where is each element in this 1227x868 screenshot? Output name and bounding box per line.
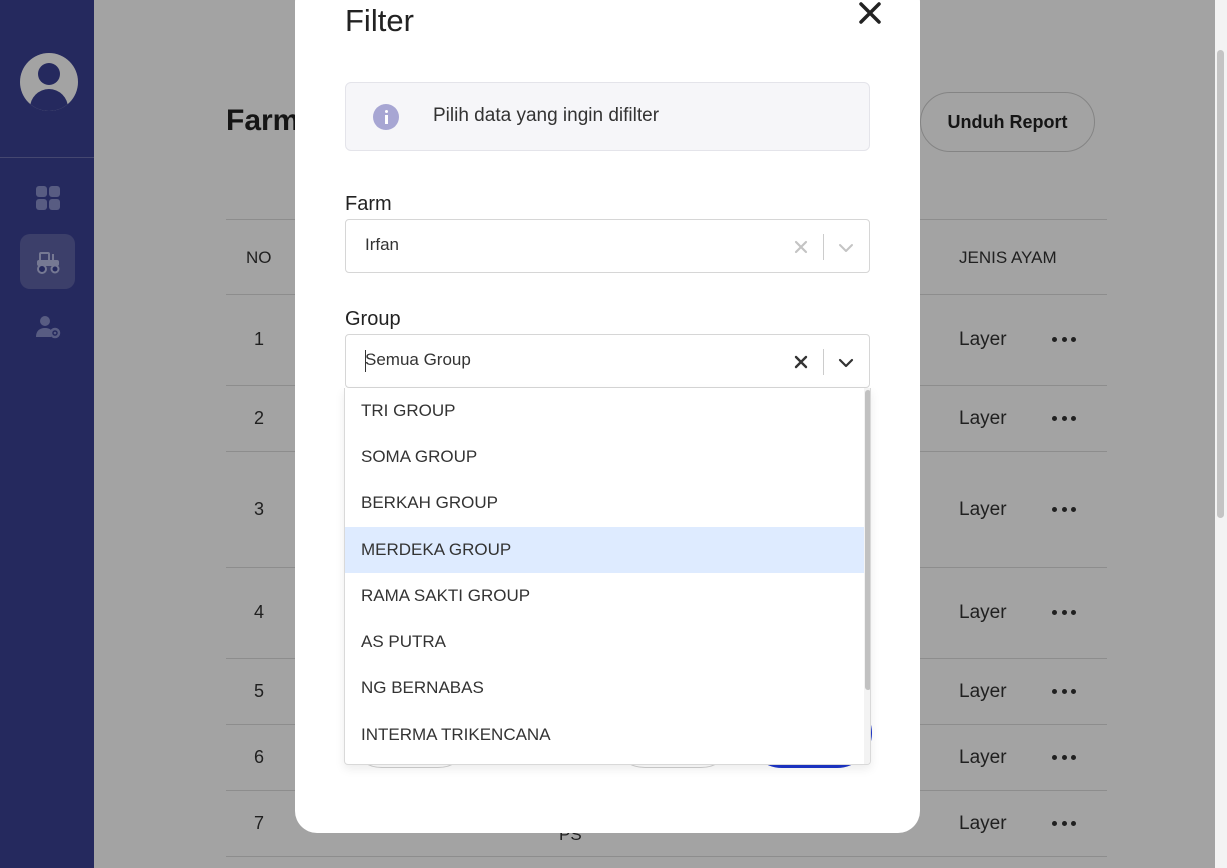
dropdown-option[interactable]: NG BERNABAS [345, 665, 864, 711]
info-icon [373, 104, 399, 130]
dropdown-option-highlighted[interactable]: MERDEKA GROUP [345, 527, 864, 573]
dropdown-option[interactable]: AS PUTRA [345, 619, 864, 665]
select-separator [823, 349, 824, 375]
farm-select-value: Irfan [365, 235, 400, 254]
clear-icon[interactable] [791, 352, 811, 372]
dropdown-option[interactable]: TRI GROUP [345, 388, 864, 434]
clear-icon[interactable] [791, 237, 811, 257]
dropdown-option[interactable]: SOMA GROUP [345, 434, 864, 480]
chevron-down-icon[interactable] [836, 353, 856, 373]
select-separator [823, 234, 824, 260]
group-select[interactable]: Semua Group [345, 334, 870, 388]
farm-label: Farm [345, 193, 392, 215]
info-text: Pilih data yang ingin difilter [433, 105, 660, 126]
dropdown-option[interactable]: RAMA SAKTI GROUP [345, 573, 864, 619]
modal-title: Filter [345, 3, 414, 38]
text-cursor [365, 350, 366, 372]
page-scrollbar-thumb[interactable] [1217, 50, 1224, 518]
info-box: Pilih data yang ingin difilter [345, 82, 870, 151]
farm-select[interactable]: Irfan [345, 219, 870, 273]
chevron-down-icon[interactable] [836, 238, 856, 258]
group-label: Group [345, 308, 401, 330]
dropdown-option[interactable]: BERKAH GROUP [345, 480, 864, 526]
group-dropdown-menu: TRI GROUP SOMA GROUP BERKAH GROUP MERDEK… [344, 388, 871, 765]
dropdown-option[interactable]: INTERMA TRIKENCANA [345, 712, 864, 758]
close-icon[interactable] [855, 0, 885, 28]
group-select-value: Semua Group [365, 350, 471, 369]
dropdown-scrollbar-thumb[interactable] [865, 390, 870, 690]
